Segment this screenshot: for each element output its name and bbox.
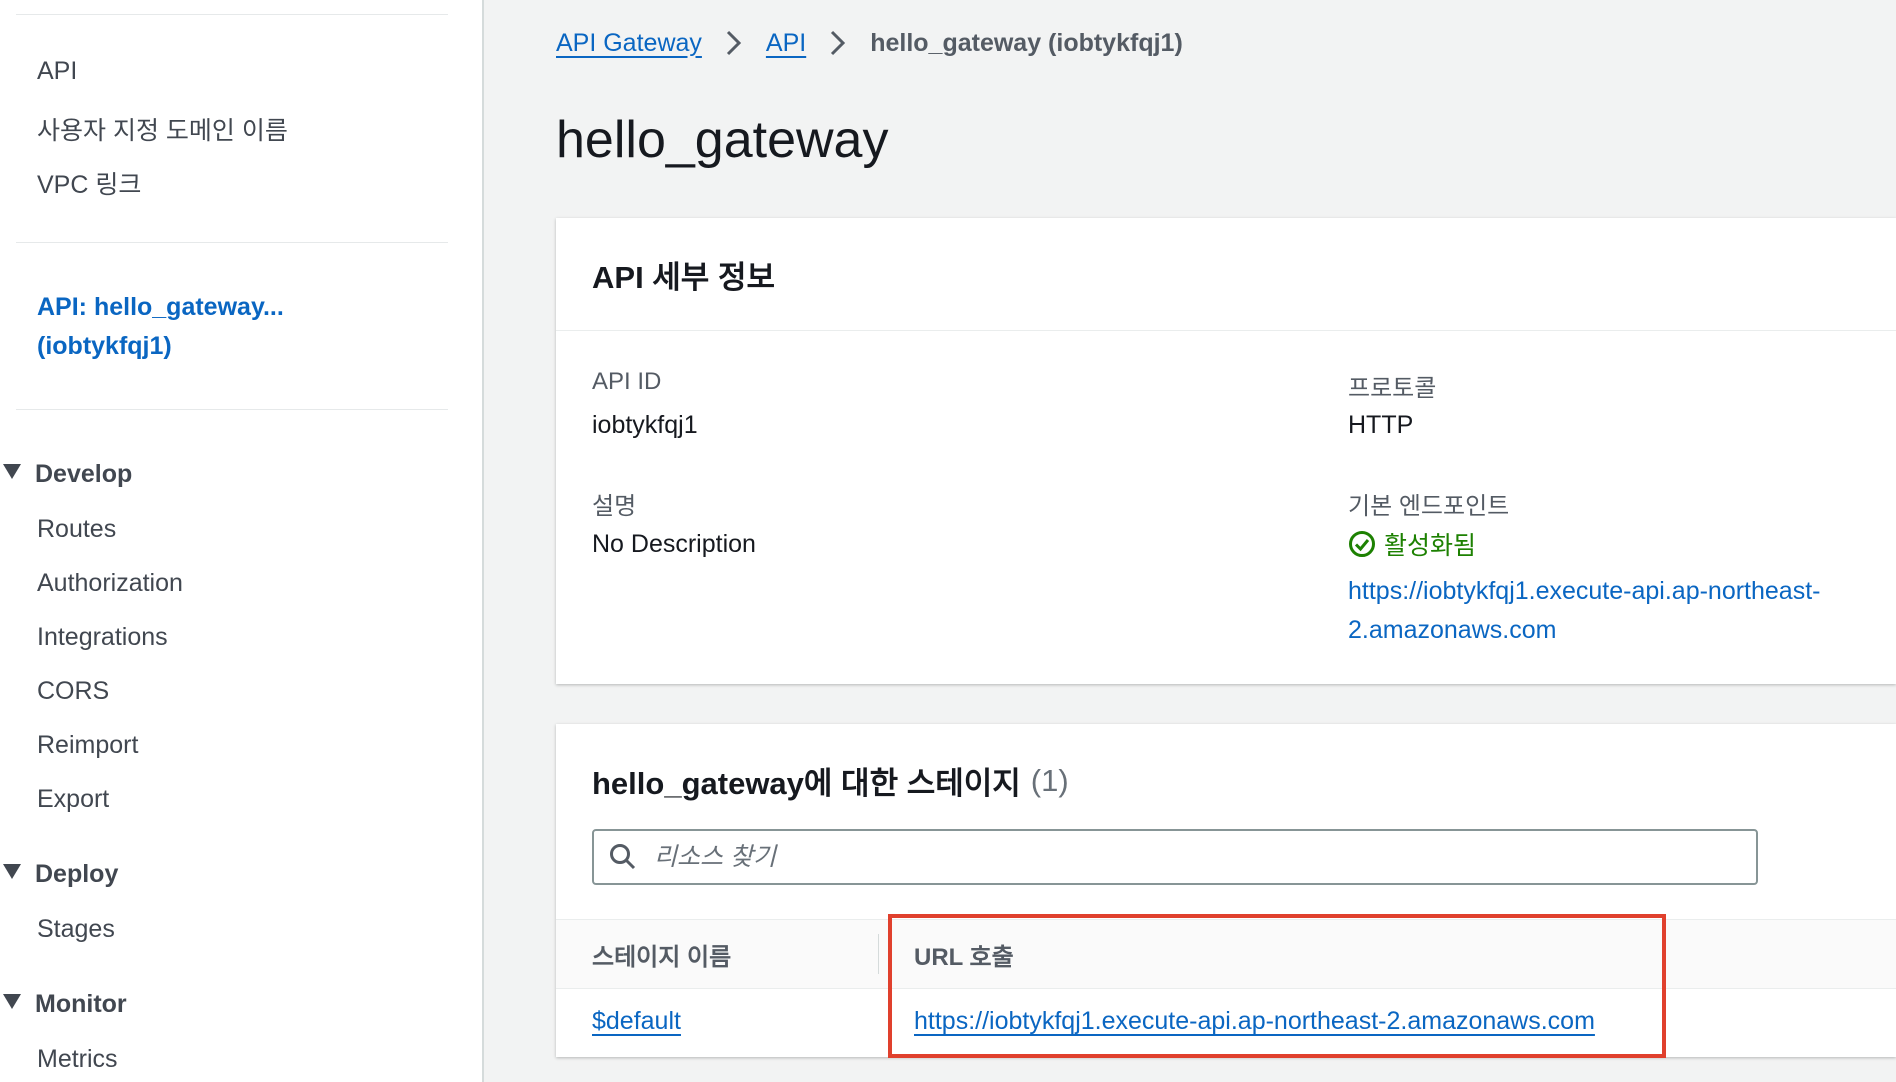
stages-panel: hello_gateway에 대한 스테이지 (1) 스테이지 이름 URL 호출… [556,724,1896,1057]
stages-title: hello_gateway에 대한 스테이지 [592,766,1021,801]
sidebar-divider [16,14,448,15]
endpoint-status: 활성화됨 [1348,526,1476,562]
description-value: No Description [592,530,756,558]
sidebar-active-api[interactable]: API: hello_gateway... (iobtykfqj1) [37,288,284,366]
section-monitor-label: Monitor [35,990,127,1018]
sidebar-item-vpc-links[interactable]: VPC 링크 [37,165,141,201]
caret-down-icon [3,994,21,1009]
sidebar-item-stages[interactable]: Stages [37,915,115,944]
side-navigation: API 사용자 지정 도메인 이름 VPC 링크 API: hello_gate… [0,0,484,1082]
stages-count: (1) [1030,762,1069,798]
section-develop-label: Develop [35,460,133,488]
endpoint-status-label: 활성화됨 [1384,532,1477,560]
sidebar-item-cors[interactable]: CORS [37,677,109,706]
breadcrumb-api[interactable]: API [766,29,806,58]
caret-down-icon [3,464,21,479]
description-label: 설명 [592,493,637,520]
chevron-right-icon [726,30,742,56]
api-details-title: API 세부 정보 [556,218,1896,331]
section-deploy[interactable]: Deploy [0,860,118,889]
resource-search-input[interactable] [652,841,1736,873]
caret-down-icon [3,864,21,879]
sidebar-divider [16,409,448,410]
stage-name-link[interactable]: $default [592,1007,681,1036]
check-circle-icon [1349,531,1375,557]
active-api-id: (iobtykfqj1) [37,332,172,360]
endpoint-label: 기본 엔드포인트 [1348,493,1510,520]
api-id-label: API ID [592,368,662,395]
breadcrumb-api-gateway[interactable]: API Gateway [556,29,702,58]
sidebar-item-metrics[interactable]: Metrics [37,1045,118,1074]
sidebar-item-api[interactable]: API [37,57,77,86]
invoke-url-link[interactable]: https://iobtykfqj1.execute-api.ap-northe… [914,1007,1595,1036]
endpoint-url-line2: 2.amazonaws.com [1348,616,1557,644]
active-api-name: API: hello_gateway... [37,293,284,321]
sidebar-item-custom-domain[interactable]: 사용자 지정 도메인 이름 [37,111,288,147]
section-develop[interactable]: Develop [0,460,132,489]
sidebar-divider [16,242,448,243]
sidebar-item-reimport[interactable]: Reimport [37,731,138,760]
endpoint-url-link[interactable]: https://iobtykfqj1.execute-api.ap-northe… [1348,572,1821,650]
sidebar-item-integrations[interactable]: Integrations [37,623,168,652]
search-icon [610,844,636,870]
api-details-panel: API 세부 정보 API ID iobtykfqj1 프로토콜 HTTP 설명… [556,218,1896,684]
breadcrumb-current: hello_gateway (iobtykfqj1) [870,28,1183,57]
sidebar-item-export[interactable]: Export [37,785,109,814]
stages-table-header: 스테이지 이름 URL 호출 [556,919,1896,989]
resource-search-field[interactable] [592,829,1758,885]
sidebar-item-authorization[interactable]: Authorization [37,569,183,598]
column-divider [878,934,879,974]
column-invoke-url[interactable]: URL 호출 [914,920,1014,988]
sidebar-item-routes[interactable]: Routes [37,515,116,544]
breadcrumb: API Gateway API hello_gateway (iobtykfqj… [556,28,1183,58]
section-monitor[interactable]: Monitor [0,990,127,1019]
api-id-value: iobtykfqj1 [592,411,698,439]
endpoint-url-line1: https://iobtykfqj1.execute-api.ap-northe… [1348,577,1821,605]
stages-header: hello_gateway에 대한 스테이지 (1) [556,724,1896,837]
protocol-label: 프로토콜 [1348,375,1437,402]
chevron-right-icon [831,30,846,56]
protocol-value: HTTP [1348,411,1414,439]
page-title: hello_gateway [556,111,889,169]
section-deploy-label: Deploy [35,860,119,888]
column-stage-name[interactable]: 스테이지 이름 [592,920,731,988]
